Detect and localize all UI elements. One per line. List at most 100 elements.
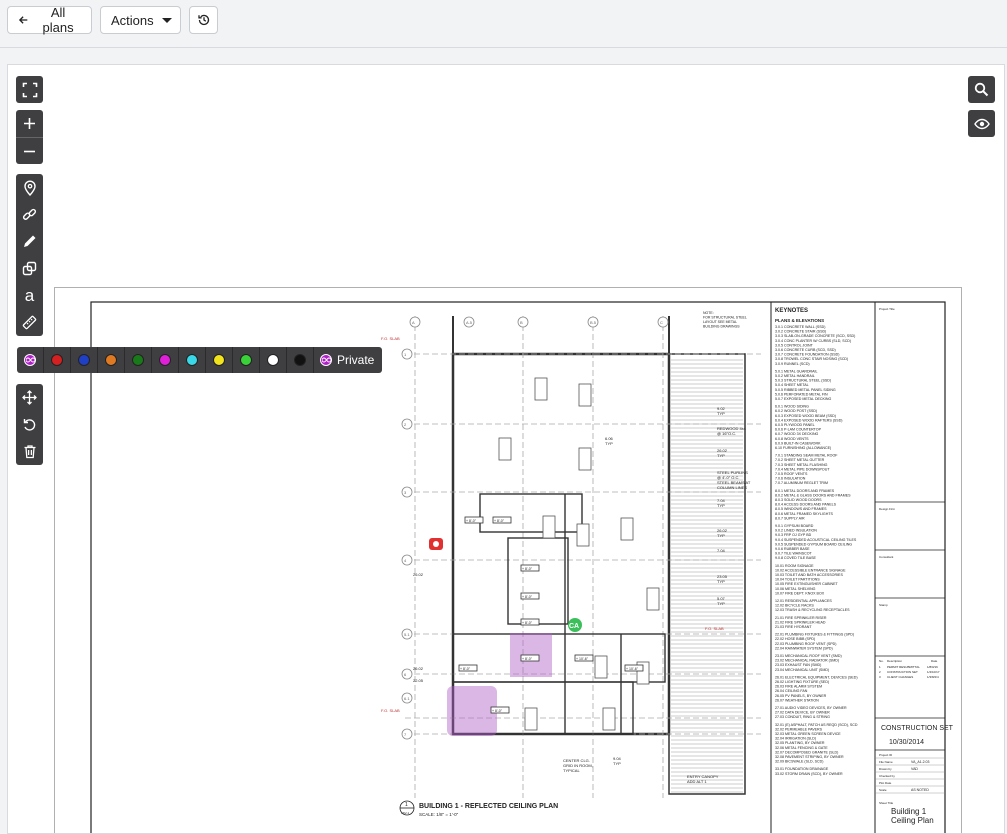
color-swatch	[240, 354, 252, 366]
arrow-left-icon	[18, 16, 28, 24]
info-value: AS NOTED	[911, 788, 929, 792]
color-swatch	[159, 354, 171, 366]
keynotes-title: KEYNOTES	[775, 308, 808, 314]
color-swatch	[78, 354, 90, 366]
pencil-tool-button[interactable]	[16, 228, 43, 255]
keynote-line: 7.0.5 ROOF VENTS	[775, 472, 808, 476]
all-plans-button[interactable]: All plans	[7, 5, 92, 35]
shapes-tool-button[interactable]	[16, 255, 43, 282]
light-fixture	[602, 707, 616, 731]
color-option-4[interactable]	[152, 347, 179, 373]
color-option-2[interactable]	[98, 347, 125, 373]
keynote-line: 6.0.2 WOOD POST (SSD)	[775, 409, 817, 413]
color-option-6[interactable]	[206, 347, 233, 373]
color-swatch	[105, 354, 117, 366]
keynote-line: 26.07 WEATHER STATION	[775, 698, 819, 702]
keynote-line: 3.0.8 TROWEL CONC STAIR NOSING (SCD)	[775, 357, 848, 361]
color-option-0[interactable]	[44, 347, 71, 373]
rev-header: Date	[931, 659, 938, 663]
ruler-icon	[22, 315, 37, 330]
keynote-line: 3.0.1 CONCRETE WALL (SSD)	[775, 325, 825, 329]
keynote-line: 22.03 PLUMBING ROOF VENT (SPD)	[775, 642, 836, 646]
keynote-line: 6.0.4 EXPOSED WOOD RAFTERS (SSD)	[775, 418, 843, 422]
ceiling-height-tag: + 8'-0"	[522, 567, 533, 571]
selected-color-swatch	[24, 354, 36, 366]
ceiling-height-tag: + 8'-0"	[522, 595, 533, 599]
fullscreen-button[interactable]	[16, 76, 43, 103]
history-button[interactable]	[189, 6, 218, 34]
keynote-line: 7.0.6 INSULATION	[775, 477, 806, 481]
history-icon	[197, 14, 209, 26]
color-option-selected[interactable]	[17, 347, 44, 373]
link-tool-button[interactable]	[16, 201, 43, 228]
ruler-tool-button[interactable]	[16, 309, 43, 336]
callout-note: @ 16"O.C.	[717, 431, 736, 436]
ceiling-height-tag: + 10'-6"	[626, 667, 639, 671]
callout-note: TYPICAL	[563, 768, 580, 773]
ceiling-height-tag: + 8'-0"	[522, 657, 533, 661]
keynote-line: 23.02 MECHANICAL RADIATOR (SMD)	[775, 659, 839, 663]
grid-row-label: 5.1	[404, 632, 410, 637]
delete-button[interactable]	[16, 438, 43, 465]
keynote-line: 6.10 FURNISHING (ALLOWANCE)	[775, 446, 831, 450]
keynote-line: 6.0.8 WOOD VENTS	[775, 437, 809, 441]
rev-number: 3	[879, 675, 881, 679]
undo-button[interactable]	[16, 411, 43, 438]
private-toggle[interactable]: Private	[314, 353, 382, 367]
rev-number: 1	[879, 665, 881, 669]
color-option-7[interactable]	[233, 347, 260, 373]
keynote-line: 10.07 FIRE DEPT. KNOX BOX	[775, 591, 825, 595]
color-option-1[interactable]	[71, 347, 98, 373]
drawing-number: 1	[405, 802, 408, 808]
structural-note: NOTE:	[703, 311, 714, 315]
keynote-line: 12.01 RESIDENTIAL APPLIANCES	[775, 599, 832, 603]
keynote-line: 22.04 RAINWATER SYSTEM (SPD)	[775, 646, 833, 650]
text-tool-button[interactable]: a	[16, 282, 43, 309]
keynote-line: 27.01 AUDIO VIDEO DEVICES, BY OWNER	[775, 706, 847, 710]
search-button[interactable]	[968, 76, 995, 103]
zoom-in-button[interactable]	[16, 110, 43, 137]
keynote-line: 9.0.8 COVED TILE BASE	[775, 556, 816, 560]
keynote-line: 10.05 FIRE EXTINGUISHER CABINET	[775, 582, 839, 586]
keynote-line: 10.02 ACCESSIBLE ENTRANCE SIGNAGE	[775, 568, 846, 572]
light-fixture	[646, 587, 660, 611]
keynote-line: 8.0.2 METAL & GLASS DOORS AND FRAMES	[775, 493, 851, 497]
keynote-line: 21.01 FIRE SPRINKLER RISER	[775, 616, 827, 620]
visibility-toggle-button[interactable]	[968, 110, 995, 137]
keynote-line: 3.0.9 RUNNEL (SCD)	[775, 362, 810, 366]
grid-row-label: 6.1	[404, 696, 410, 701]
pin-tool-button[interactable]	[16, 174, 43, 201]
keynote-line: 27.03 CONDUIT, RING & STRING	[775, 715, 830, 719]
color-option-9[interactable]	[287, 347, 314, 373]
callout-note: TYP	[613, 761, 621, 766]
keynote-line: 22.01 PLUMBING FIXTURES & FITTINGS (SPD)	[775, 633, 854, 637]
eye-icon	[973, 118, 990, 129]
keynote-line: 26.03 FIRE ALARM SYSTEM	[775, 685, 822, 689]
structural-note: BUILDING DRAWINGS	[703, 325, 740, 329]
color-option-8[interactable]	[260, 347, 287, 373]
rev-header: Description	[887, 659, 902, 663]
color-option-5[interactable]	[179, 347, 206, 373]
light-fixture	[498, 437, 512, 461]
keynote-line: 9.0.7 TILE WAINSCOT	[775, 552, 813, 556]
move-tool-button[interactable]	[16, 384, 43, 411]
color-option-3[interactable]	[125, 347, 152, 373]
plan-viewer[interactable]: CA A A.5 B B.5 C 1 2 3 4 5.1 6 6.1 7 NOTE: FOR STRUCTUR…	[7, 64, 1005, 834]
keynote-line: 8.0.6 METAL FRAMED SKYLIGHTS	[775, 512, 834, 516]
keynote-line: 3.0.5 CONTROL JOINT	[775, 343, 814, 347]
zoom-out-button[interactable]	[16, 137, 43, 164]
keynote-line: 8.0.1 METAL DOORS AND FRAMES	[775, 489, 835, 493]
keynote-line: 10.06 METAL SHELVING	[775, 587, 816, 591]
keynote-line: 21.02 FIRE SPRINKLER HEAD	[775, 620, 826, 624]
text-icon: a	[24, 286, 35, 305]
keynote-line: 33.02 STORM DRAIN (SCD), BY OWNER	[775, 772, 843, 776]
keynote-line: 12.02 BICYCLE RACKS	[775, 604, 814, 608]
minus-icon	[24, 150, 35, 152]
actions-dropdown[interactable]: Actions	[100, 6, 181, 34]
keynote-line: 8.0.5 WINDOWS AND FRAMES	[775, 507, 827, 511]
light-fixture	[542, 515, 556, 539]
rev-description: CLIENT CHANGES	[887, 675, 913, 679]
light-fixture	[620, 517, 634, 541]
rev-number: 2	[879, 670, 881, 674]
top-toolbar: All plans Actions	[0, 0, 1007, 48]
